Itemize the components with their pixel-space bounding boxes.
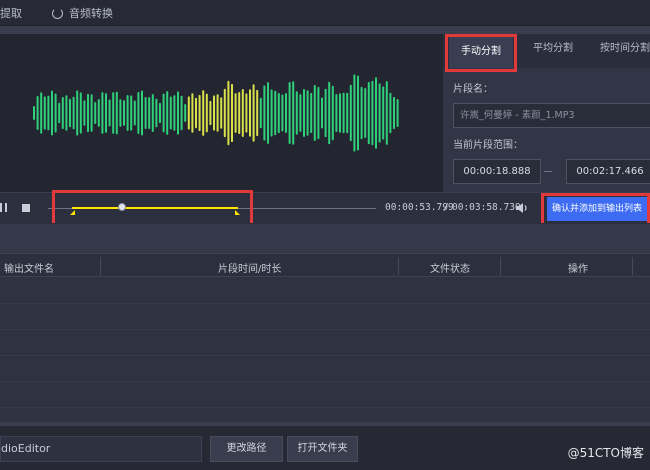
segment-range-label: 当前片段范围：	[453, 140, 523, 151]
toolbar-extract-label: 提取	[0, 7, 22, 20]
pause-icon[interactable]	[0, 203, 10, 213]
playhead-handle[interactable]	[118, 203, 126, 211]
output-table-header: 输出文件名 片段时间/时长 文件状态 操作	[0, 253, 650, 277]
section-divider	[0, 223, 650, 253]
segment-name-input[interactable]: 许嵩_何曼婷 - 素颜_1.MP3	[453, 103, 650, 128]
toolbar-audio-convert[interactable]: 音频转换	[52, 5, 113, 21]
col-divider	[398, 257, 399, 275]
tab-manual-split[interactable]: 手动分割	[449, 34, 513, 68]
col-output-filename: 输出文件名	[4, 264, 54, 275]
time-separator: /	[443, 202, 449, 213]
change-path-button[interactable]: 更改路径	[210, 436, 283, 462]
col-divider	[500, 257, 501, 275]
end-time-input[interactable]: 00:02:17.466	[566, 159, 650, 184]
transport-bar: 00:00:53.799 / 00:03:58.730 确认并添加到输出列表	[0, 190, 650, 227]
selection-start-marker[interactable]	[70, 210, 75, 215]
output-table-body	[0, 277, 650, 422]
volume-icon[interactable]	[515, 202, 529, 214]
tab-average-split[interactable]: 平均分割	[523, 34, 583, 68]
refresh-icon	[52, 7, 63, 19]
stop-icon[interactable]	[22, 204, 30, 212]
split-settings-panel: 手动分割 平均分割 按时间分割 片段名： 许嵩_何曼婷 - 素颜_1.MP3 当…	[443, 34, 650, 192]
top-toolbar: 提取 音频转换	[0, 0, 650, 26]
col-file-status: 文件状态	[430, 264, 470, 275]
selection-end-marker[interactable]	[235, 210, 240, 215]
col-actions: 操作	[568, 264, 588, 275]
range-dash	[544, 171, 552, 172]
selection-range	[72, 207, 238, 209]
tab-time-split[interactable]: 按时间分割	[595, 34, 650, 68]
toolbar-extract[interactable]: 提取	[0, 5, 22, 21]
total-time: 00:03:58.730	[452, 202, 521, 213]
watermark: @51CTO博客	[567, 446, 644, 460]
open-folder-button[interactable]: 打开文件夹	[287, 436, 358, 462]
output-path-field[interactable]: dioEditor	[0, 436, 202, 462]
toolbar-audio-convert-label: 音频转换	[69, 7, 113, 20]
bottom-bar: dioEditor 更改路径 打开文件夹 @51CTO博客	[0, 422, 650, 470]
confirm-add-button[interactable]: 确认并添加到输出列表	[547, 197, 647, 221]
segment-name-label: 片段名：	[453, 84, 493, 95]
col-segment-time: 片段时间/时长	[218, 264, 282, 275]
col-divider	[100, 257, 101, 275]
toolbar-divider	[0, 26, 650, 34]
split-mode-tabs: 手动分割 平均分割 按时间分割	[443, 34, 650, 68]
waveform	[33, 74, 399, 152]
start-time-input[interactable]: 00:00:18.888	[453, 159, 541, 184]
col-divider	[632, 257, 633, 275]
waveform-view[interactable]	[0, 34, 443, 192]
